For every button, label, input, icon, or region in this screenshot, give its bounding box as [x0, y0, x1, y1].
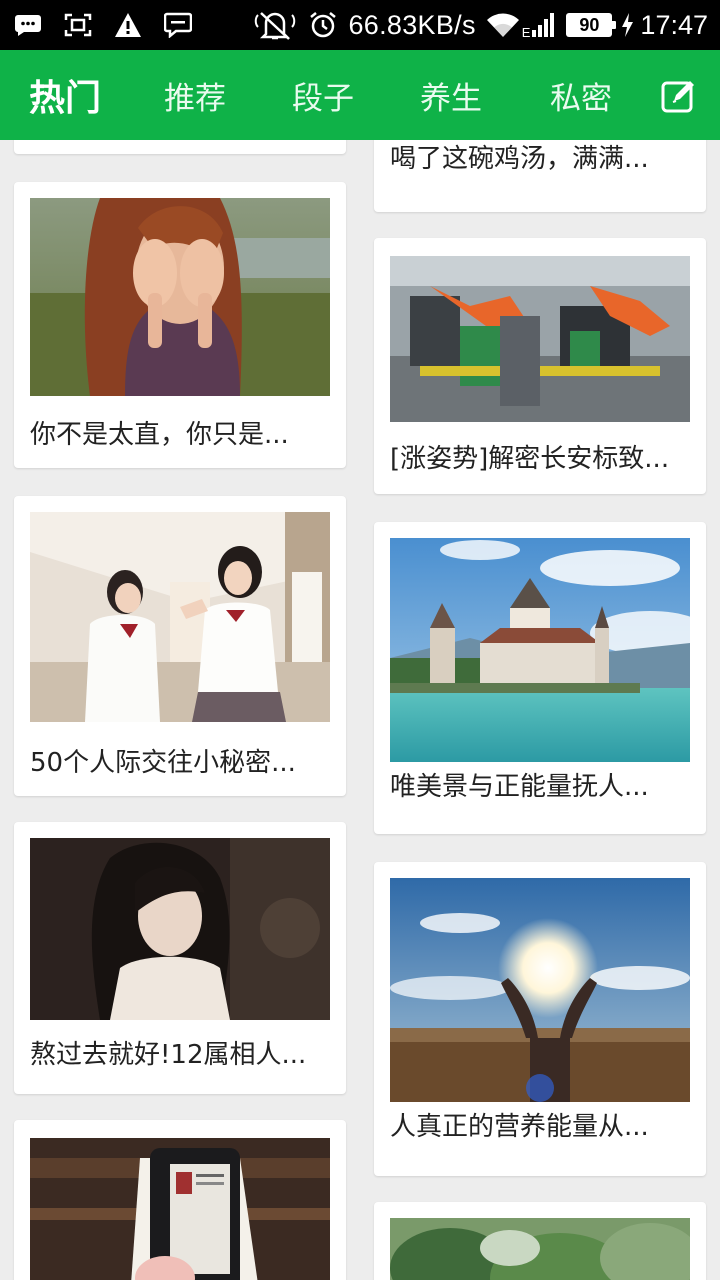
- tab-health[interactable]: 养生: [406, 50, 496, 140]
- status-right-icons: 66.83KB/s E 90 17:47: [252, 0, 708, 50]
- article-title: 人真正的营养能量从...: [390, 1112, 649, 1142]
- screenshot-icon: [64, 13, 92, 37]
- signal-icon: [532, 13, 555, 37]
- battery-level: 90: [579, 15, 600, 35]
- article-card[interactable]: [14, 1120, 346, 1280]
- article-image-hands-holding-sun: [390, 878, 690, 1102]
- article-title: 你不是太直，你只是...: [30, 420, 289, 450]
- article-card[interactable]: 人真正的营养能量从...: [374, 862, 706, 1176]
- charging-icon: [622, 13, 634, 37]
- article-card[interactable]: [374, 1202, 706, 1280]
- article-card[interactable]: 熬过去就好!12属相人...: [14, 822, 346, 1094]
- alarm-icon: [310, 12, 337, 38]
- clock: 17:47: [640, 9, 708, 40]
- status-left-icons: [14, 0, 192, 50]
- wifi-icon: [486, 13, 519, 37]
- status-bar: 66.83KB/s E 90 17:47: [0, 0, 720, 50]
- article-image-schoolgirls-high-five: [30, 512, 330, 722]
- article-image-green-leaves: [390, 1218, 690, 1280]
- article-title: 喝了这碗鸡汤，满满...: [390, 144, 649, 174]
- warning-icon: [115, 13, 141, 37]
- mute-icon: [255, 12, 296, 40]
- article-card[interactable]: 唯美景与正能量抚人...: [374, 522, 706, 834]
- tab-hot[interactable]: 热门: [20, 50, 110, 140]
- article-image-phone-and-book: [30, 1138, 330, 1280]
- chat-icon: [164, 12, 192, 38]
- tab-jokes[interactable]: 段子: [278, 50, 368, 140]
- article-feed: 你不是太直，你只是... 50个人际交往小秘密... 熬过去就好!12属相人..…: [0, 140, 720, 1280]
- article-card[interactable]: 50个人际交往小秘密...: [14, 496, 346, 796]
- article-image-girl-looking-down: [30, 838, 330, 1020]
- edit-icon[interactable]: [660, 78, 696, 114]
- network-type: E: [521, 25, 531, 40]
- tab-private[interactable]: 私密: [536, 50, 626, 140]
- article-card[interactable]: [14, 140, 346, 154]
- message-icon: [15, 15, 41, 36]
- article-card[interactable]: 喝了这碗鸡汤，满满...: [374, 140, 706, 212]
- article-title: 熬过去就好!12属相人...: [30, 1040, 307, 1070]
- network-speed: 66.83KB/s: [348, 9, 476, 40]
- article-image-factory-robots: [390, 256, 690, 422]
- article-image-woman-covering-face: [30, 198, 330, 396]
- battery-indicator: 90: [566, 13, 617, 37]
- article-image-lakeside-castle: [390, 538, 690, 762]
- article-title: 50个人际交往小秘密...: [30, 748, 296, 778]
- article-title: [涨姿势]解密长安标致...: [390, 444, 670, 474]
- article-title: 唯美景与正能量抚人...: [390, 772, 649, 802]
- tab-recommend[interactable]: 推荐: [150, 50, 240, 140]
- article-card[interactable]: [涨姿势]解密长安标致...: [374, 238, 706, 494]
- article-card[interactable]: 你不是太直，你只是...: [14, 182, 346, 468]
- category-nav: 热门 推荐 段子 养生 私密: [0, 50, 720, 140]
